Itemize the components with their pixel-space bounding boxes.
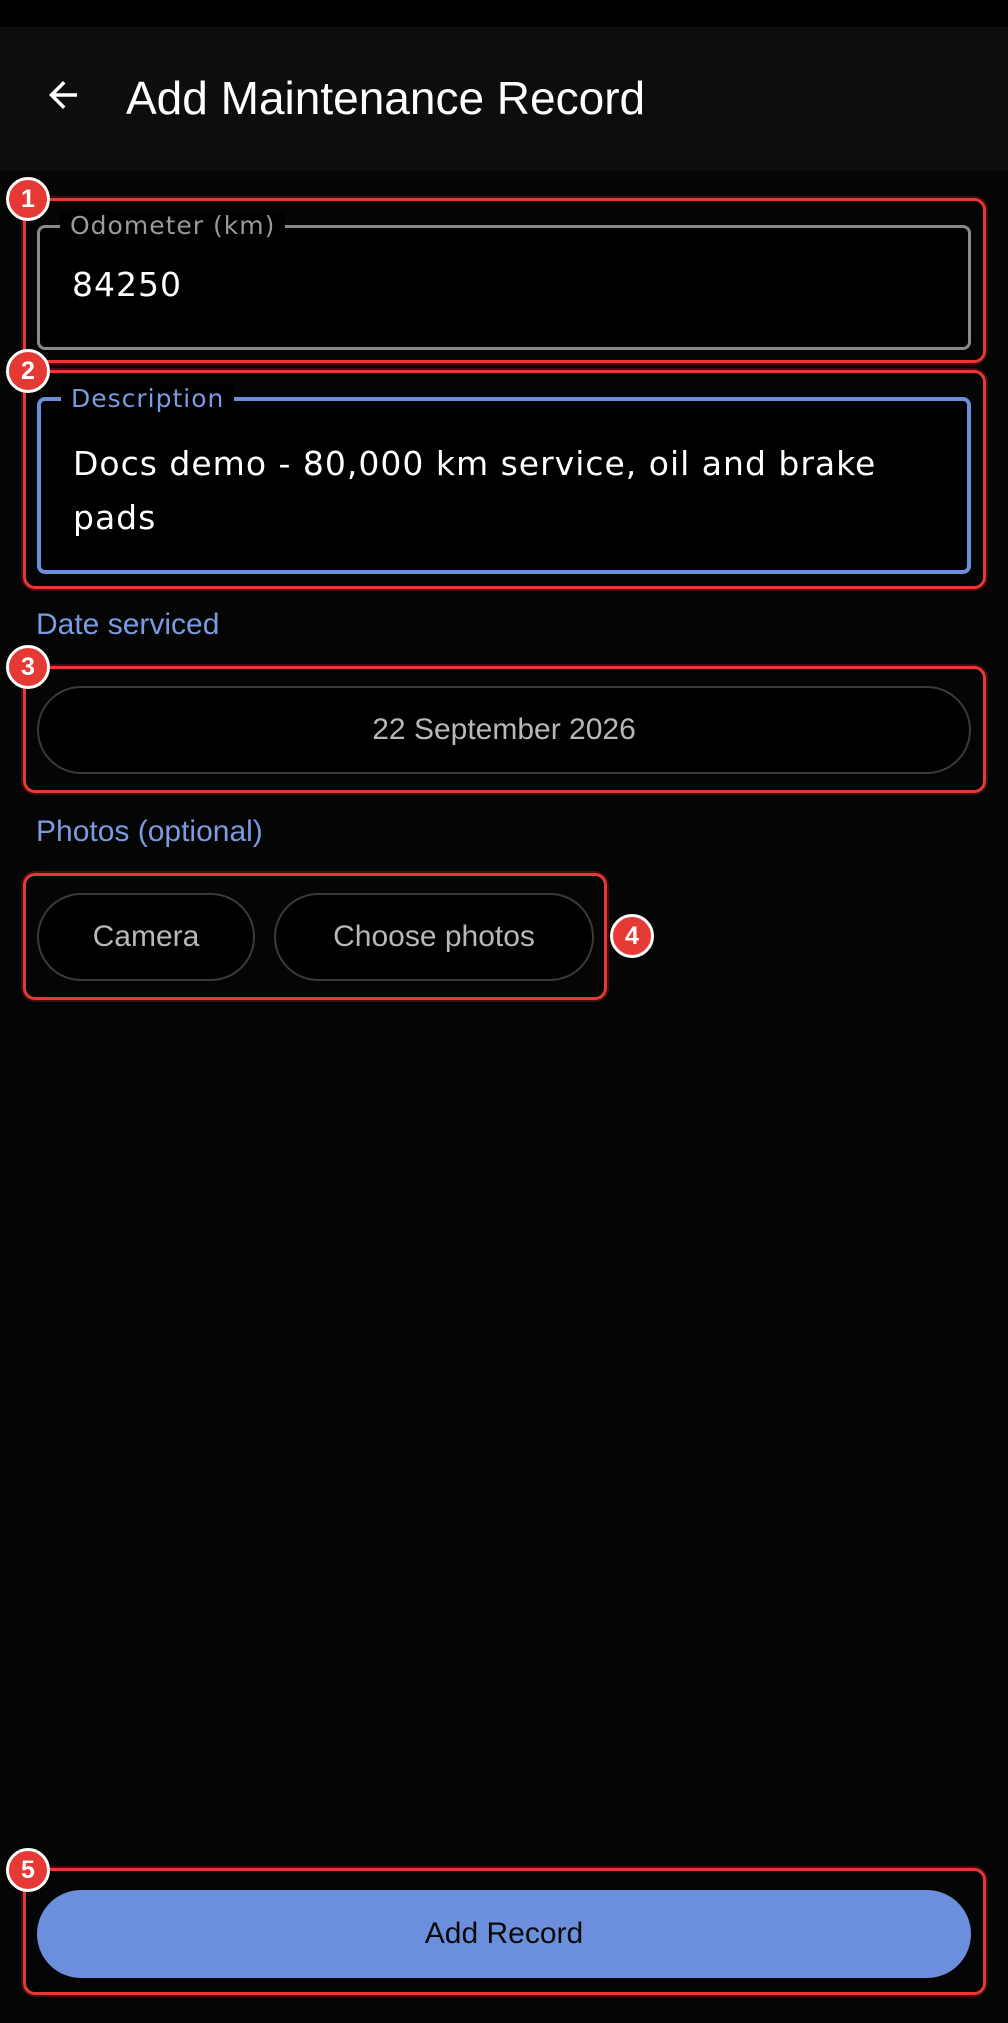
description-field[interactable]: Description Docs demo - 80,000 km servic… (37, 384, 971, 574)
date-picker-value: 22 September 2026 (372, 713, 636, 746)
odometer-value[interactable]: 84250 (72, 258, 182, 312)
add-record-button[interactable]: Add Record (37, 1890, 971, 1978)
arrow-left-icon (42, 74, 84, 116)
odometer-label: Odometer (km) (60, 211, 286, 241)
add-record-button-label: Add Record (424, 1917, 584, 1950)
camera-button-label: Camera (92, 920, 200, 953)
date-picker-button[interactable]: 22 September 2026 (37, 686, 971, 774)
annotation-badge-3: 3 (6, 645, 50, 689)
date-serviced-label: Date serviced (36, 608, 220, 641)
photos-label: Photos (optional) (36, 815, 263, 848)
status-bar (0, 0, 1008, 27)
page-title: Add Maintenance Record (126, 72, 646, 124)
annotation-badge-2: 2 (6, 349, 50, 393)
description-label: Description (61, 384, 235, 414)
choose-photos-button[interactable]: Choose photos (274, 893, 594, 981)
annotation-badge-4: 4 (610, 914, 654, 958)
choose-photos-button-label: Choose photos (333, 920, 535, 953)
annotation-badge-1: 1 (6, 177, 50, 221)
camera-button[interactable]: Camera (37, 893, 255, 981)
back-button[interactable] (36, 68, 90, 122)
annotation-badge-5: 5 (6, 1848, 50, 1892)
description-value[interactable]: Docs demo - 80,000 km service, oil and b… (73, 437, 933, 545)
odometer-field[interactable]: Odometer (km) 84250 (37, 211, 971, 350)
